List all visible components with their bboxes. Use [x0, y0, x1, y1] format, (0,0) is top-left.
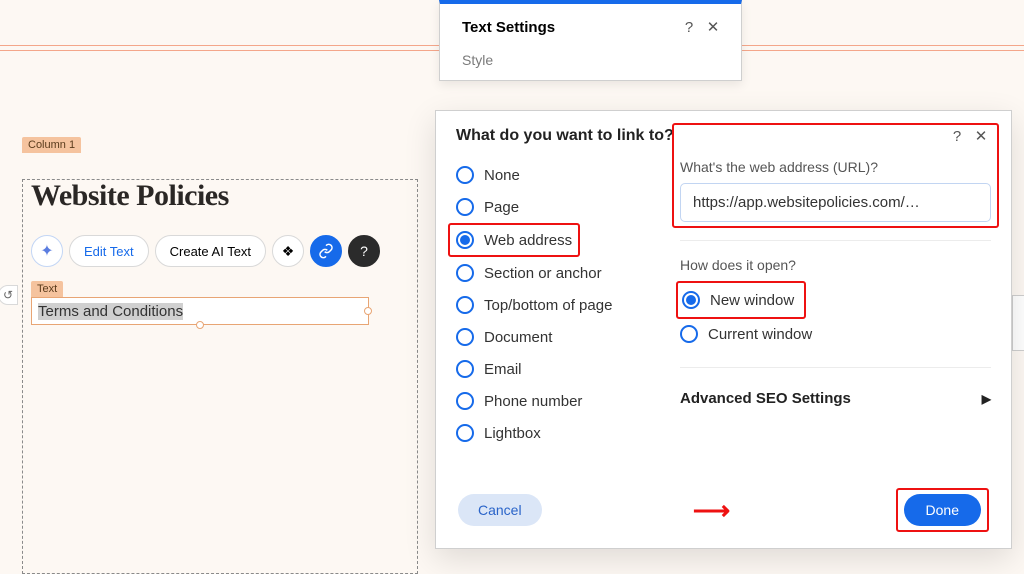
radio-label: Current window [708, 326, 812, 343]
panel-title: Text Settings [462, 19, 677, 36]
radio-label: Email [484, 361, 522, 378]
radio-icon [456, 231, 474, 249]
radio-icon [456, 392, 474, 410]
cancel-button[interactable]: Cancel [458, 494, 542, 526]
radio-icon [456, 264, 474, 282]
ai-sparkle-button[interactable]: ✦ [31, 235, 63, 267]
link-icon [318, 243, 334, 259]
help-button[interactable]: ? [348, 235, 380, 267]
text-settings-panel: Text Settings ? ✕ Style [439, 0, 742, 81]
radio-option-web-address[interactable]: Web address [456, 227, 572, 253]
radio-option-document[interactable]: Document [456, 321, 656, 353]
link-dialog: What do you want to link to? ? ✕ None Pa… [435, 110, 1012, 549]
radio-option-page[interactable]: Page [456, 191, 656, 223]
radio-icon [456, 360, 474, 378]
undo-button[interactable]: ↺ [0, 285, 18, 305]
editor-column: Column 1 Website Policies ✦ Edit Text Cr… [22, 135, 418, 574]
dialog-help-button[interactable]: ? [945, 128, 969, 145]
radio-label: None [484, 167, 520, 184]
panel-peek [1012, 295, 1024, 351]
radio-option-none[interactable]: None [456, 159, 656, 191]
radio-icon [456, 328, 474, 346]
help-icon: ? [360, 243, 368, 259]
dialog-close-button[interactable]: ✕ [969, 127, 993, 145]
radio-option-phone[interactable]: Phone number [456, 385, 656, 417]
column-box: Website Policies ✦ Edit Text Create AI T… [22, 179, 418, 574]
chevron-right-icon: ▶ [982, 392, 991, 406]
radio-label: Section or anchor [484, 265, 602, 282]
text-toolbar: ✦ Edit Text Create AI Text ❖ ? [31, 235, 417, 267]
url-input[interactable]: https://app.websitepolicies.com/… [680, 183, 991, 222]
radio-label: Document [484, 329, 552, 346]
text-element[interactable]: Terms and Conditions [31, 297, 369, 325]
radio-icon [682, 291, 700, 309]
advanced-label: Advanced SEO Settings [680, 390, 851, 407]
panel-close-button[interactable]: ✕ [701, 18, 725, 36]
radio-icon [456, 166, 474, 184]
radio-icon [456, 296, 474, 314]
radio-option-section[interactable]: Section or anchor [456, 257, 656, 289]
resize-handle-right[interactable] [364, 307, 372, 315]
dialog-title: What do you want to link to? [456, 127, 945, 145]
edit-text-button[interactable]: Edit Text [69, 235, 149, 267]
design-icon: ❖ [282, 243, 295, 260]
link-type-group: None Page Web address Section or anchor … [456, 159, 656, 474]
text-content: Terms and Conditions [38, 303, 183, 320]
resize-handle-bottom[interactable] [196, 321, 204, 329]
panel-help-button[interactable]: ? [677, 19, 701, 36]
radio-label: New window [710, 292, 794, 309]
radio-label: Page [484, 199, 519, 216]
sparkle-icon: ✦ [40, 241, 53, 261]
radio-label: Lightbox [484, 425, 541, 442]
divider [680, 367, 991, 368]
divider [680, 240, 991, 241]
done-button[interactable]: Done [904, 494, 981, 526]
radio-icon [456, 424, 474, 442]
radio-option-email[interactable]: Email [456, 353, 656, 385]
design-button[interactable]: ❖ [272, 235, 304, 267]
undo-icon: ↺ [3, 288, 13, 302]
radio-label: Phone number [484, 393, 582, 410]
radio-icon [456, 198, 474, 216]
radio-icon [680, 325, 698, 343]
radio-option-lightbox[interactable]: Lightbox [456, 417, 656, 449]
radio-option-topbottom[interactable]: Top/bottom of page [456, 289, 656, 321]
url-label: What's the web address (URL)? [680, 159, 991, 175]
radio-label: Top/bottom of page [484, 297, 612, 314]
radio-open-newwindow[interactable]: New window [678, 285, 794, 315]
link-button[interactable] [310, 235, 342, 267]
style-tab[interactable]: Style [440, 46, 741, 80]
annotation-arrow-icon: ⟶ [693, 497, 730, 523]
radio-open-currentwindow[interactable]: Current window [680, 319, 991, 349]
page-heading: Website Policies [31, 179, 417, 213]
create-ai-text-button[interactable]: Create AI Text [155, 235, 266, 267]
link-details: What's the web address (URL)? https://ap… [680, 159, 991, 474]
text-element-label: Text [31, 281, 63, 297]
column-label: Column 1 [22, 137, 81, 153]
open-label: How does it open? [680, 257, 991, 273]
radio-label: Web address [484, 232, 572, 249]
advanced-seo-toggle[interactable]: Advanced SEO Settings ▶ [680, 390, 991, 407]
